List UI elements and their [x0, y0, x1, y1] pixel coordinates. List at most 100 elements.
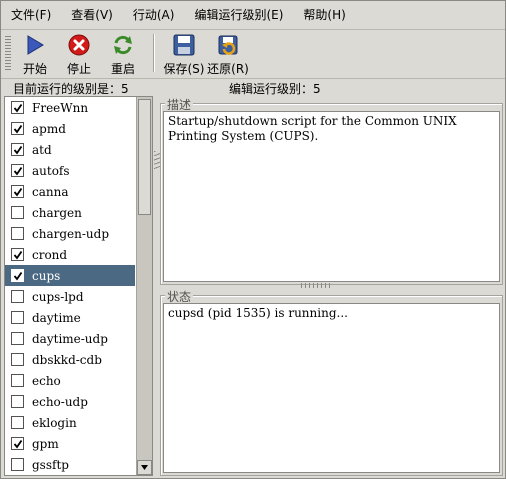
menu-bar: 文件(F) 查看(V) 行动(A) 编辑运行级别(E) 帮助(H) — [1, 1, 505, 30]
service-checkbox[interactable] — [11, 437, 24, 450]
service-checkbox[interactable] — [11, 311, 24, 324]
service-name: autofs — [32, 163, 70, 178]
service-row[interactable]: atd — [5, 139, 135, 160]
service-row[interactable]: eklogin — [5, 412, 135, 433]
service-row[interactable]: chargen-udp — [5, 223, 135, 244]
stop-label: 停止 — [66, 62, 91, 76]
service-name: cups — [32, 268, 61, 283]
service-checkbox[interactable] — [11, 269, 24, 282]
service-name: gssftp — [32, 457, 69, 472]
service-checkbox[interactable] — [11, 185, 24, 198]
service-checkbox[interactable] — [11, 458, 24, 471]
service-row[interactable]: echo-udp — [5, 391, 135, 412]
service-row[interactable]: FreeWnn — [5, 97, 135, 118]
toolbar: 开始 停止 重启 保存(S) 还原(R) — [1, 30, 505, 79]
service-checkbox[interactable] — [11, 101, 24, 114]
service-name: echo — [32, 373, 61, 388]
description-text: Startup/shutdown script for the Common U… — [163, 111, 500, 282]
service-row[interactable]: daytime-udp — [5, 328, 135, 349]
service-row[interactable]: canna — [5, 181, 135, 202]
restart-button[interactable]: 重启 — [101, 33, 145, 77]
menu-help[interactable]: 帮助(H) — [293, 1, 355, 29]
service-row[interactable]: chargen — [5, 202, 135, 223]
chevron-down-icon — [141, 465, 148, 470]
checkmark-icon — [13, 124, 22, 133]
toolbar-separator — [153, 34, 154, 72]
service-name: chargen-udp — [32, 226, 109, 241]
current-runlevel-text: 目前运行的级别是：5 — [13, 82, 129, 96]
service-checkbox[interactable] — [11, 374, 24, 387]
checkmark-icon — [13, 145, 22, 154]
revert-button[interactable]: 还原(R) — [206, 33, 250, 77]
service-name: chargen — [32, 205, 82, 220]
revert-icon — [216, 33, 240, 57]
service-checkbox[interactable] — [11, 164, 24, 177]
service-name: daytime — [32, 310, 81, 325]
service-name: cups-lpd — [32, 289, 84, 304]
service-name: echo-udp — [32, 394, 88, 409]
service-checkbox[interactable] — [11, 290, 24, 303]
floppy-disk-icon — [172, 33, 196, 57]
service-row[interactable]: apmd — [5, 118, 135, 139]
checkmark-icon — [13, 187, 22, 196]
checkmark-icon — [13, 439, 22, 448]
save-label: 保存(S) — [163, 62, 205, 76]
service-name: FreeWnn — [32, 100, 89, 115]
save-button[interactable]: 保存(S) — [162, 33, 206, 77]
service-checkbox[interactable] — [11, 395, 24, 408]
description-status-resize-handle[interactable] — [301, 283, 331, 288]
service-name: dbskkd-cdb — [32, 352, 102, 367]
service-checkbox[interactable] — [11, 122, 24, 135]
service-list-scrollbar[interactable] — [136, 97, 152, 475]
service-row[interactable]: daytime — [5, 307, 135, 328]
start-label: 开始 — [22, 62, 47, 76]
service-name: gpm — [32, 436, 59, 451]
service-checkbox[interactable] — [11, 248, 24, 261]
description-frame: 描述 Startup/shutdown script for the Commo… — [160, 96, 503, 285]
checkmark-icon — [13, 103, 22, 112]
service-row[interactable]: crond — [5, 244, 135, 265]
runlevel-info: 目前运行的级别是：5 编辑运行级别：5 — [1, 79, 505, 96]
scroll-down-button[interactable] — [137, 460, 152, 475]
service-row[interactable]: cups-lpd — [5, 286, 135, 307]
status-text: cupsd (pid 1535) is running... — [163, 303, 500, 473]
service-checkbox[interactable] — [11, 353, 24, 366]
scrollbar-thumb[interactable] — [138, 99, 151, 215]
service-checkbox[interactable] — [11, 206, 24, 219]
service-checkbox[interactable] — [11, 143, 24, 156]
service-configuration-window: 文件(F) 查看(V) 行动(A) 编辑运行级别(E) 帮助(H) 开始 停止 … — [0, 0, 506, 479]
menu-view[interactable]: 查看(V) — [61, 1, 123, 29]
menu-actions[interactable]: 行动(A) — [123, 1, 185, 29]
service-row[interactable]: echo — [5, 370, 135, 391]
service-name: daytime-udp — [32, 331, 108, 346]
revert-label: 还原(R) — [207, 62, 249, 76]
service-name: atd — [32, 142, 52, 157]
service-name: eklogin — [32, 415, 77, 430]
service-row[interactable]: gpm — [5, 433, 135, 454]
editing-runlevel-text: 编辑运行级别：5 — [229, 82, 321, 96]
checkmark-icon — [13, 271, 22, 280]
service-checkbox[interactable] — [11, 227, 24, 240]
service-list-items: FreeWnn apmd atd autofs canna chargen chargen-… — [5, 97, 135, 475]
restart-icon — [111, 33, 135, 57]
service-name: crond — [32, 247, 68, 262]
checkmark-icon — [13, 166, 22, 175]
service-row[interactable]: autofs — [5, 160, 135, 181]
stop-button[interactable]: 停止 — [57, 33, 101, 77]
menu-file[interactable]: 文件(F) — [1, 1, 61, 29]
service-checkbox[interactable] — [11, 332, 24, 345]
service-checkbox[interactable] — [11, 416, 24, 429]
status-frame: 状态 cupsd (pid 1535) is running... — [160, 288, 503, 476]
toolbar-grip[interactable] — [5, 36, 11, 70]
service-row[interactable]: gssftp — [5, 454, 135, 475]
play-icon — [23, 33, 47, 57]
service-row[interactable]: dbskkd-cdb — [5, 349, 135, 370]
checkmark-icon — [13, 250, 22, 259]
service-name: canna — [32, 184, 69, 199]
service-list[interactable]: FreeWnn apmd atd autofs canna chargen chargen-… — [4, 96, 153, 476]
restart-label: 重启 — [110, 62, 135, 76]
menu-edit-runlevel[interactable]: 编辑运行级别(E) — [184, 1, 293, 29]
service-row[interactable]: cups — [5, 265, 135, 286]
stop-icon — [67, 33, 91, 57]
start-button[interactable]: 开始 — [13, 33, 57, 77]
